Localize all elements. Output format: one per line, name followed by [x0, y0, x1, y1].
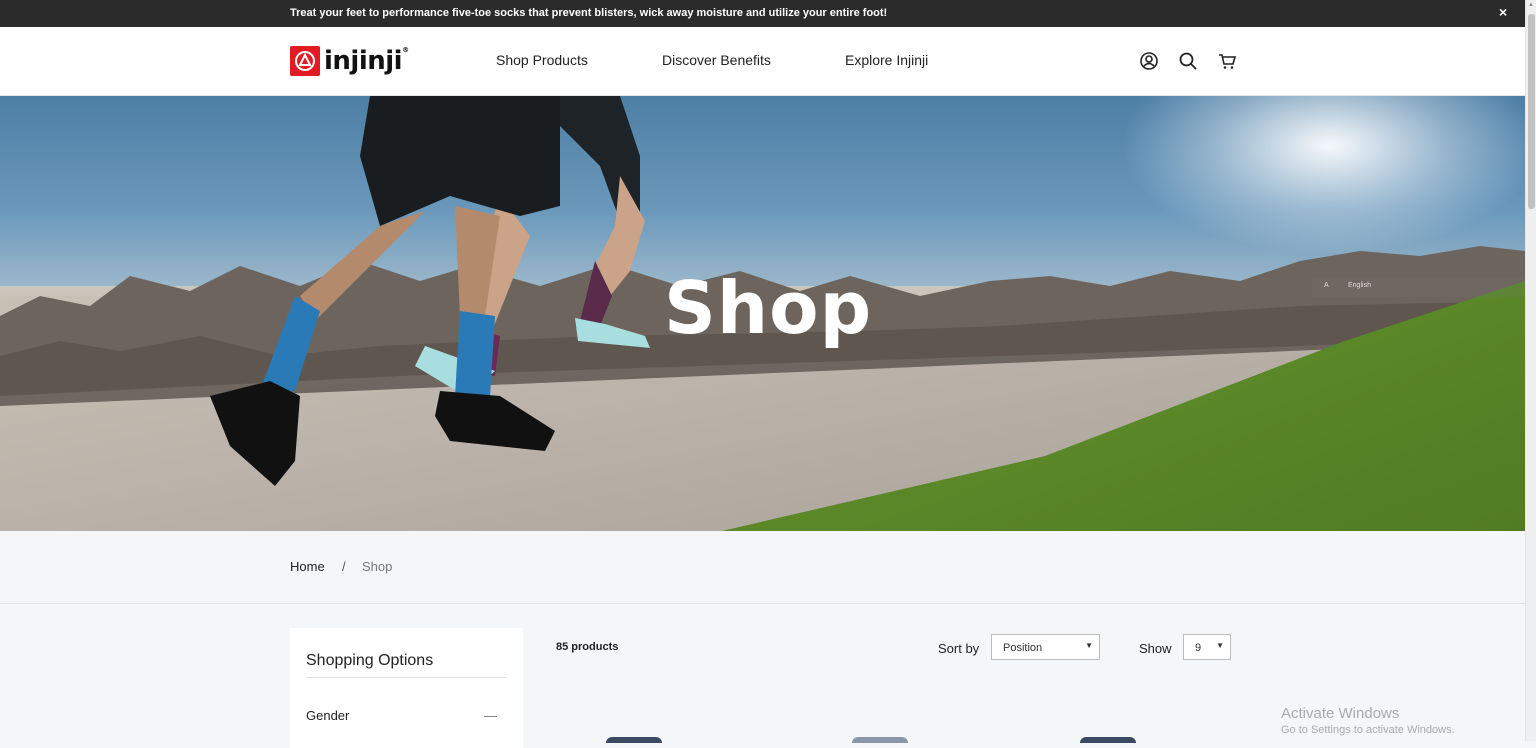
breadcrumb-current: Shop: [362, 559, 393, 574]
show-value: 9: [1195, 642, 1202, 654]
nav-discover-benefits[interactable]: Discover Benefits: [662, 52, 771, 68]
cart-icon[interactable]: [1216, 50, 1238, 72]
translate-widget[interactable]: A English: [1312, 277, 1525, 297]
show-label: Show: [1139, 641, 1172, 656]
search-icon[interactable]: [1177, 50, 1199, 72]
main-content: Shopping Options Gender — 85 products So…: [0, 604, 1525, 748]
account-icon[interactable]: [1138, 50, 1160, 72]
shopping-options-title: Shopping Options: [306, 652, 434, 669]
collapse-icon[interactable]: —: [484, 708, 497, 723]
divider: [306, 677, 507, 678]
breadcrumb-separator: /: [342, 559, 346, 574]
scrollbar-thumb[interactable]: [1528, 14, 1535, 209]
hero-runners-illustration: [210, 96, 650, 486]
sort-select[interactable]: Position ▼: [991, 634, 1100, 660]
logo[interactable]: injinji®: [290, 45, 409, 77]
hero-banner: Shop A English: [0, 96, 1525, 531]
filter-gender[interactable]: Gender: [306, 708, 349, 723]
chevron-down-icon: ▼: [1216, 641, 1224, 650]
logo-wordmark: injinji®: [324, 46, 409, 76]
page-scrollbar[interactable]: ▲: [1525, 0, 1536, 741]
product-image-peek[interactable]: [606, 737, 662, 743]
sort-label: Sort by: [938, 641, 980, 656]
hero-sun-glare: [1120, 96, 1525, 256]
breadcrumb: Home / Shop: [0, 531, 1525, 604]
activate-title: Activate Windows: [1281, 705, 1400, 722]
nav-shop-products[interactable]: Shop Products: [496, 52, 588, 68]
site-header: injinji® Shop Products Discover Benefits…: [0, 27, 1525, 96]
hero-title: Shop: [664, 266, 873, 350]
announcement-text: Treat your feet to performance five-toe …: [290, 7, 888, 19]
scroll-up-icon[interactable]: ▲: [1528, 2, 1534, 8]
product-count: 85 products: [556, 641, 619, 653]
announcement-bar: Treat your feet to performance five-toe …: [0, 0, 1525, 27]
product-image-peek[interactable]: [852, 737, 908, 743]
translate-icon: A: [1324, 282, 1329, 289]
sort-value: Position: [1003, 642, 1043, 654]
translate-language[interactable]: English: [1348, 282, 1371, 289]
chevron-down-icon: ▼: [1085, 641, 1093, 650]
activate-subtitle: Go to Settings to activate Windows.: [1281, 724, 1455, 736]
breadcrumb-home[interactable]: Home: [290, 559, 325, 574]
nav-explore-injinji[interactable]: Explore Injinji: [845, 52, 928, 68]
product-image-peek[interactable]: [1080, 737, 1136, 743]
close-icon[interactable]: ×: [1499, 4, 1507, 20]
windows-activation-watermark: Activate Windows Go to Settings to activ…: [1281, 705, 1455, 736]
logo-mark-icon: [290, 46, 320, 76]
show-select[interactable]: 9 ▼: [1183, 634, 1231, 660]
shopping-options-panel: Shopping Options Gender —: [290, 628, 523, 748]
